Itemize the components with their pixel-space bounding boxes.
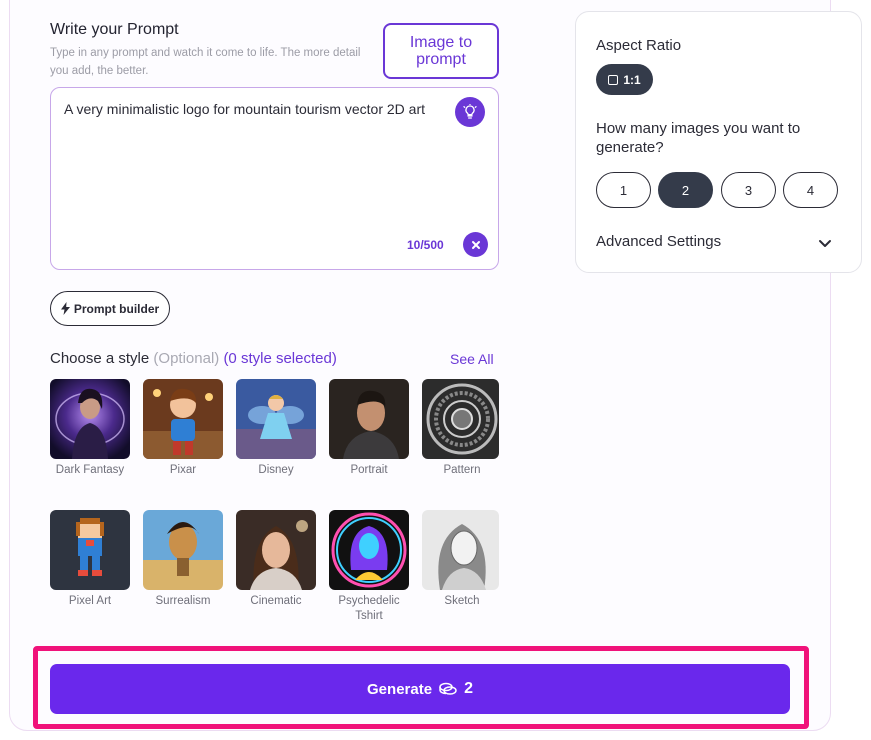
style-thumbnail-surrealism: [143, 510, 223, 590]
generate-label: Generate: [367, 680, 433, 698]
prompt-subtitle: Type in any prompt and watch it come to …: [50, 47, 361, 77]
close-icon: [471, 240, 480, 249]
style-heading-text: Choose a style: [50, 350, 150, 367]
style-tile-disney[interactable]: Disney: [236, 379, 316, 478]
settings-panel: Aspect Ratio 1:1 How many images you wan…: [575, 11, 862, 273]
clear-prompt-button[interactable]: [463, 232, 488, 257]
style-optional-text: (Optional): [153, 350, 220, 367]
prompt-textarea[interactable]: A very minimalistic logo for mountain to…: [50, 87, 499, 270]
style-thumbnail-dark-fantasy: [50, 379, 130, 459]
style-thumbnail-disney: [236, 379, 316, 459]
credits-icon: [439, 682, 457, 695]
image-to-prompt-button[interactable]: Image to prompt: [383, 23, 499, 79]
image-count-title: How many images you want to generate?: [596, 120, 801, 156]
aspect-ratio-title: Aspect Ratio: [596, 37, 682, 54]
image-to-prompt-label: Image to prompt: [409, 34, 473, 68]
style-tile-portrait[interactable]: Portrait: [329, 379, 409, 478]
style-label: Pixel Art: [68, 595, 112, 607]
style-tile-surrealism[interactable]: Surrealism: [143, 510, 223, 609]
square-icon: [608, 74, 619, 85]
prompt-title: Write your Prompt: [50, 21, 179, 38]
prompt-builder-label: Prompt builder: [73, 301, 160, 316]
generate-cost: 2: [464, 680, 473, 697]
image-count-option-3[interactable]: 3: [721, 172, 776, 208]
style-label: Portrait: [350, 464, 388, 476]
advanced-settings-toggle[interactable]: Advanced Settings: [596, 233, 721, 250]
image-count-option-1[interactable]: 1: [596, 172, 651, 208]
style-heading: Choose a style (Optional) (0 style selec…: [50, 350, 337, 367]
char-counter: 10/500: [407, 238, 444, 252]
style-tile-pixel-art[interactable]: Pixel Art: [50, 510, 130, 609]
prompt-value: A very minimalistic logo for mountain to…: [64, 101, 426, 117]
style-label: Disney: [258, 464, 294, 476]
style-thumbnail-pixel-art: [50, 510, 130, 590]
prompt-suggest-button[interactable]: [455, 97, 485, 127]
style-tile-cinematic[interactable]: Cinematic: [236, 510, 316, 609]
style-selected-count: (0 style selected): [223, 350, 337, 367]
style-tile-dark-fantasy[interactable]: Dark Fantasy: [50, 379, 130, 478]
style-thumbnail-pixar: [143, 379, 223, 459]
style-label: Dark Fantasy: [55, 464, 125, 476]
style-label: Surrealism: [155, 595, 211, 607]
style-label: Pixar: [169, 464, 197, 476]
style-thumbnail-pattern: [422, 379, 499, 459]
style-tile-psychedelic-tshirt[interactable]: Psychedelic Tshirt: [329, 510, 409, 624]
style-label: Pattern: [443, 464, 481, 476]
aspect-ratio-option-1-1[interactable]: 1:1: [596, 64, 653, 95]
aspect-ratio-value: 1:1: [623, 72, 641, 87]
style-thumbnail-portrait: [329, 379, 409, 459]
style-label: Psychedelic Tshirt: [338, 595, 400, 622]
generate-button[interactable]: Generate 2: [50, 664, 790, 714]
style-label: Cinematic: [250, 595, 302, 607]
prompt-builder-button[interactable]: Prompt builder: [50, 291, 170, 326]
style-label: Sketch: [444, 595, 480, 607]
style-thumbnail-cinematic: [236, 510, 316, 590]
chevron-down-icon[interactable]: [817, 235, 833, 251]
lightbulb-icon: [463, 104, 477, 119]
style-thumbnail-sketch: [422, 510, 499, 590]
lightning-icon: [60, 302, 70, 315]
image-count-option-2[interactable]: 2: [658, 172, 713, 208]
image-count-option-4[interactable]: 4: [783, 172, 838, 208]
style-tile-sketch[interactable]: Sketch: [422, 510, 502, 609]
see-all-styles-link[interactable]: See All: [450, 351, 494, 367]
style-tile-pattern[interactable]: Pattern: [422, 379, 502, 478]
style-thumbnail-psychedelic-tshirt: [329, 510, 409, 590]
style-tile-pixar[interactable]: Pixar: [143, 379, 223, 478]
